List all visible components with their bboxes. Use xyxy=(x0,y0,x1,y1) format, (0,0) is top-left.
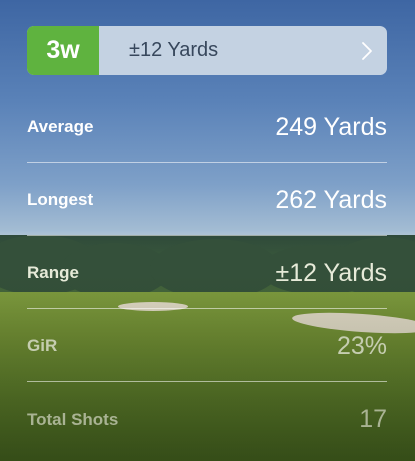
club-badge: 3w xyxy=(27,26,99,75)
stat-value: ±12 Yards xyxy=(275,258,387,287)
stat-label: Longest xyxy=(27,190,94,209)
stat-label: GiR xyxy=(27,336,58,355)
club-range-label: ±12 Yards xyxy=(129,39,219,61)
stat-value: 249 Yards xyxy=(275,112,387,141)
stat-row-gir: GiR 23% xyxy=(27,309,387,382)
club-selector[interactable]: 3w ±12 Yards xyxy=(27,26,387,75)
stat-row-total-shots: Total Shots 17 xyxy=(27,382,387,455)
stat-label: Range xyxy=(27,263,79,282)
chevron-right-icon[interactable] xyxy=(347,26,387,75)
stat-value: 23% xyxy=(336,331,387,360)
stat-value: 17 xyxy=(359,405,387,433)
stat-label: Average xyxy=(27,117,94,136)
stat-row-average: Average 249 Yards xyxy=(27,90,387,163)
stat-label: Total Shots xyxy=(27,409,119,429)
stat-row-longest: Longest 262 Yards xyxy=(27,163,387,236)
stat-row-range: Range ±12 Yards xyxy=(27,236,387,309)
stats-list: Average 249 Yards Longest 262 Yards Rang… xyxy=(27,90,387,455)
stat-value: 262 Yards xyxy=(275,185,387,214)
